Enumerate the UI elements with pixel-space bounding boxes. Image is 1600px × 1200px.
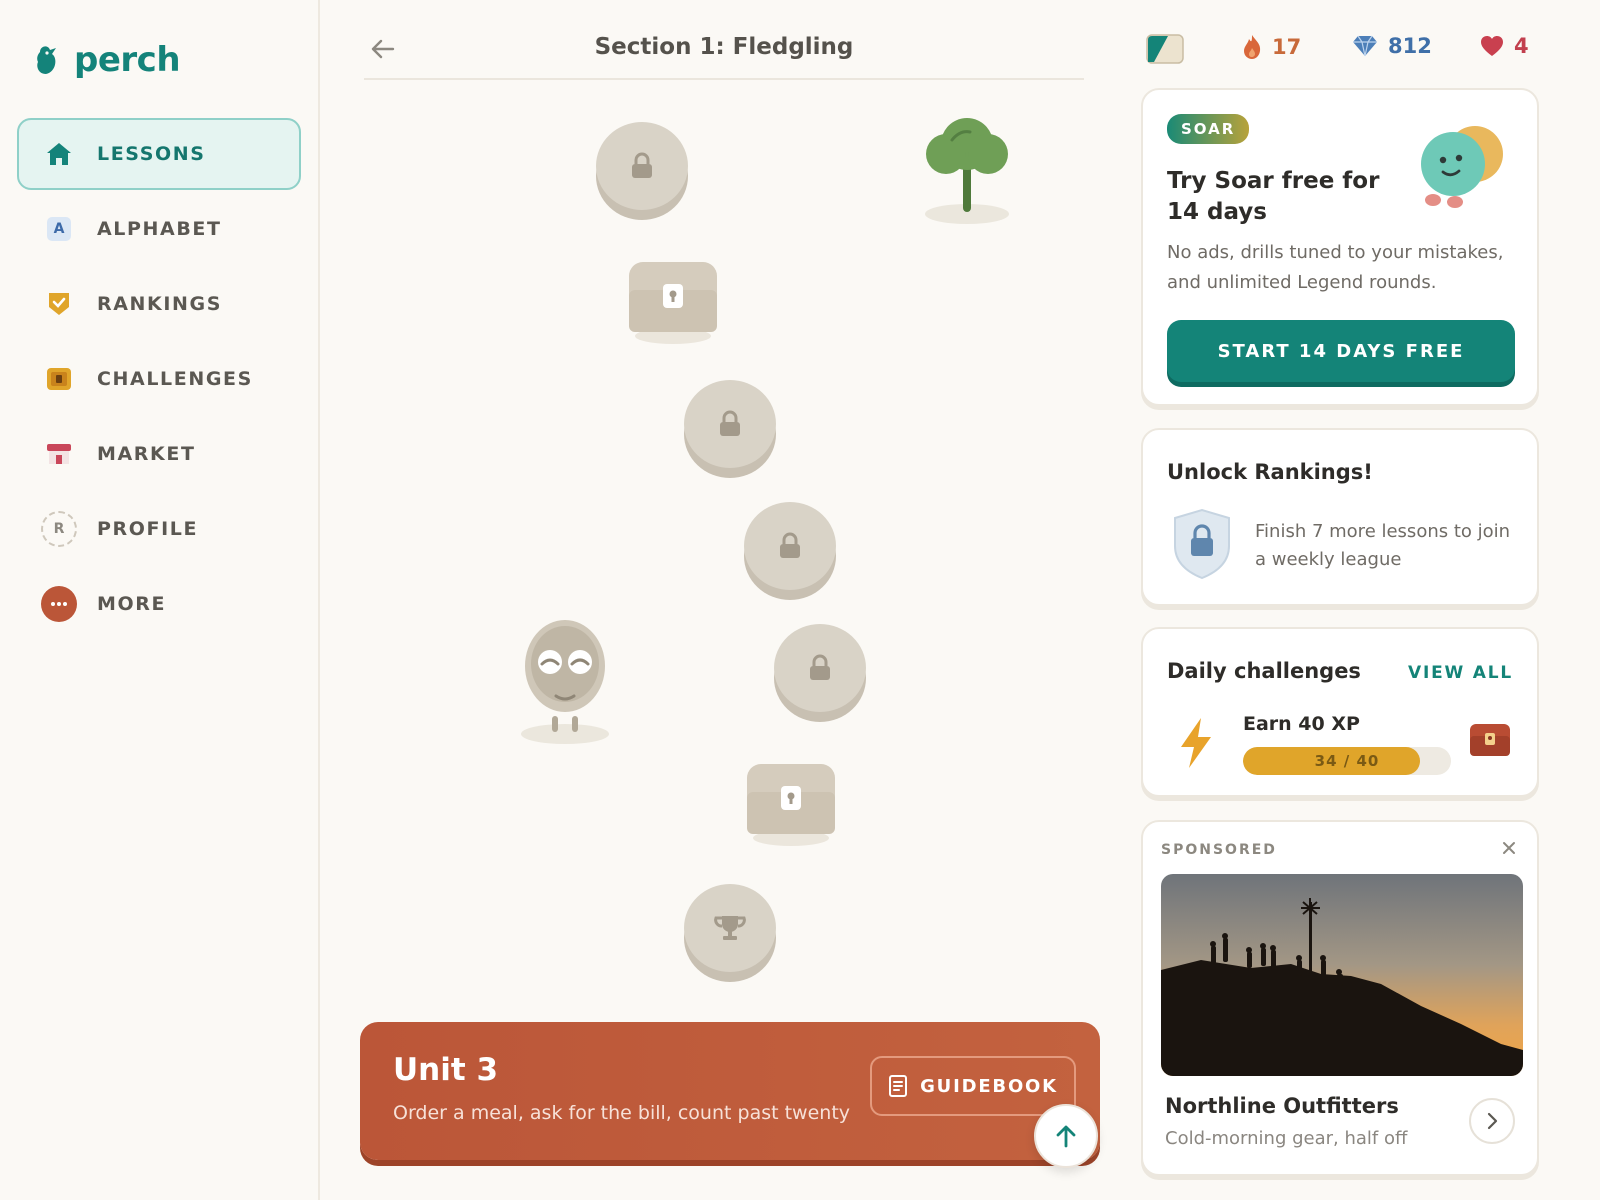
section-header: Section 1: Fledgling <box>364 22 1084 80</box>
course-flag-button[interactable] <box>1146 34 1184 64</box>
sidebar: perch LESSONS A ALPHABET RANKINGS CHALLE… <box>0 0 320 1200</box>
trophy-node-disc <box>684 884 776 972</box>
sidebar-item-label: LESSONS <box>97 143 206 165</box>
rankings-description: Finish 7 more lessons to join a weekly l… <box>1255 521 1511 570</box>
unlock-rankings-card: Unlock Rankings! Finish 7 more lessons t… <box>1141 428 1539 606</box>
soar-mascot-icon <box>1417 120 1507 210</box>
ad-brand: Northline Outfitters <box>1165 1094 1399 1118</box>
unit-subtitle: Order a meal, ask for the bill, count pa… <box>393 1102 851 1124</box>
guidebook-icon <box>889 1075 908 1097</box>
lesson-node-disc <box>596 122 688 210</box>
trophy-node-locked[interactable] <box>684 884 776 982</box>
sidebar-item-alphabet[interactable]: A ALPHABET <box>17 193 301 265</box>
tree-icon <box>922 110 1012 226</box>
sidebar-item-label: ALPHABET <box>97 218 222 240</box>
hearts-counter[interactable]: 4 <box>1480 34 1529 58</box>
alphabet-icon-letter: A <box>47 217 71 241</box>
streak-count: 17 <box>1272 35 1302 59</box>
gems-counter[interactable]: 812 <box>1352 34 1432 58</box>
unit-banner: Unit 3 Order a meal, ask for the bill, c… <box>360 1022 1100 1160</box>
sidebar-item-label: MORE <box>97 593 167 615</box>
lesson-node-locked[interactable] <box>744 502 836 600</box>
lock-icon <box>632 152 652 178</box>
profile-avatar-letter: R <box>41 511 77 547</box>
lesson-node-locked[interactable] <box>596 122 688 220</box>
reward-chest-icon <box>1469 723 1511 757</box>
gems-count: 812 <box>1388 34 1432 58</box>
sidebar-item-label: RANKINGS <box>97 293 223 315</box>
rankings-shield-icon <box>39 284 79 324</box>
section-title: Section 1: Fledgling <box>594 34 854 60</box>
sidebar-item-profile[interactable]: R PROFILE <box>17 493 301 565</box>
lesson-node-disc <box>774 624 866 712</box>
sidebar-item-rankings[interactable]: RANKINGS <box>17 268 301 340</box>
close-icon <box>1503 842 1515 854</box>
stats-bar: 17 812 4 <box>1146 30 1546 70</box>
guidebook-label: GUIDEBOOK <box>920 1075 1058 1097</box>
chevron-right-icon <box>1487 1112 1498 1130</box>
perch-bird-icon <box>37 46 56 74</box>
lesson-node-disc <box>684 380 776 468</box>
streak-counter[interactable]: 17 <box>1242 34 1301 60</box>
daily-challenges-title: Daily challenges <box>1167 659 1361 683</box>
locked-shield-icon <box>1171 508 1233 580</box>
sidebar-item-label: MARKET <box>97 443 196 465</box>
close-ad-button[interactable] <box>1499 838 1519 858</box>
guidebook-button[interactable]: GUIDEBOOK <box>870 1056 1076 1116</box>
sleeping-character-icon <box>518 618 612 746</box>
heart-icon <box>1481 36 1503 56</box>
lock-icon <box>810 654 830 680</box>
challenge-name: Earn 40 XP <box>1243 713 1360 735</box>
lock-icon <box>780 532 800 558</box>
sidebar-item-label: PROFILE <box>97 518 199 540</box>
sponsored-ad-card: SPONSORED Northline Outfitters Cold-morn… <box>1141 820 1539 1176</box>
market-shop-icon <box>39 434 79 474</box>
soar-title: Try Soar free for 14 days <box>1167 168 1380 225</box>
arrow-up-icon <box>1056 1125 1076 1148</box>
lesson-node-locked[interactable] <box>774 624 866 722</box>
course-flag-icon <box>1146 34 1184 64</box>
hearts-count: 4 <box>1514 34 1529 58</box>
sidebar-item-more[interactable]: MORE <box>17 568 301 640</box>
sponsored-label: SPONSORED <box>1161 842 1277 858</box>
daily-challenges-card: Daily challenges VIEW ALL Earn 40 XP 34 … <box>1141 627 1539 797</box>
sidebar-item-label: CHALLENGES <box>97 368 253 390</box>
ad-open-button[interactable] <box>1469 1098 1515 1144</box>
chest-node-locked[interactable] <box>745 762 837 848</box>
lightning-icon <box>1177 717 1215 769</box>
scroll-to-top-button[interactable] <box>1034 1104 1098 1168</box>
alphabet-icon: A <box>39 209 79 249</box>
lock-icon <box>720 410 740 436</box>
soar-description: No ads, drills tuned to your mistakes, a… <box>1167 242 1504 293</box>
start-free-trial-button[interactable]: START 14 DAYS FREE <box>1167 320 1515 382</box>
challenge-progress-text: 34 / 40 <box>1314 752 1380 770</box>
chest-icon <box>629 262 717 344</box>
chest-icon <box>747 764 835 846</box>
ad-image[interactable] <box>1161 874 1523 1076</box>
chest-node-locked[interactable] <box>627 260 719 346</box>
gem-icon <box>1353 35 1377 57</box>
sidebar-nav: LESSONS A ALPHABET RANKINGS CHALLENGES M… <box>17 118 301 643</box>
home-icon <box>39 134 79 174</box>
more-dots-icon <box>39 584 79 624</box>
challenges-chest-icon <box>39 359 79 399</box>
view-all-link[interactable]: VIEW ALL <box>1408 663 1513 683</box>
sidebar-item-market[interactable]: MARKET <box>17 418 301 490</box>
profile-avatar-icon: R <box>39 509 79 549</box>
soar-promo-card: SOAR Try Soar free for 14 days No ads, d… <box>1141 88 1539 406</box>
trophy-icon <box>714 916 746 940</box>
app-name: perch <box>74 40 181 80</box>
ad-tagline: Cold-morning gear, half off <box>1165 1128 1408 1149</box>
sidebar-item-lessons[interactable]: LESSONS <box>17 118 301 190</box>
unit-title: Unit 3 <box>393 1052 499 1088</box>
challenge-progress-bar: 34 / 40 <box>1243 747 1451 775</box>
logo[interactable]: perch <box>34 40 181 80</box>
lesson-node-locked[interactable] <box>684 380 776 478</box>
lesson-node-disc <box>744 502 836 590</box>
soar-badge: SOAR <box>1167 114 1250 144</box>
sidebar-item-challenges[interactable]: CHALLENGES <box>17 343 301 415</box>
flame-icon <box>1244 35 1261 59</box>
rankings-title: Unlock Rankings! <box>1167 460 1373 484</box>
